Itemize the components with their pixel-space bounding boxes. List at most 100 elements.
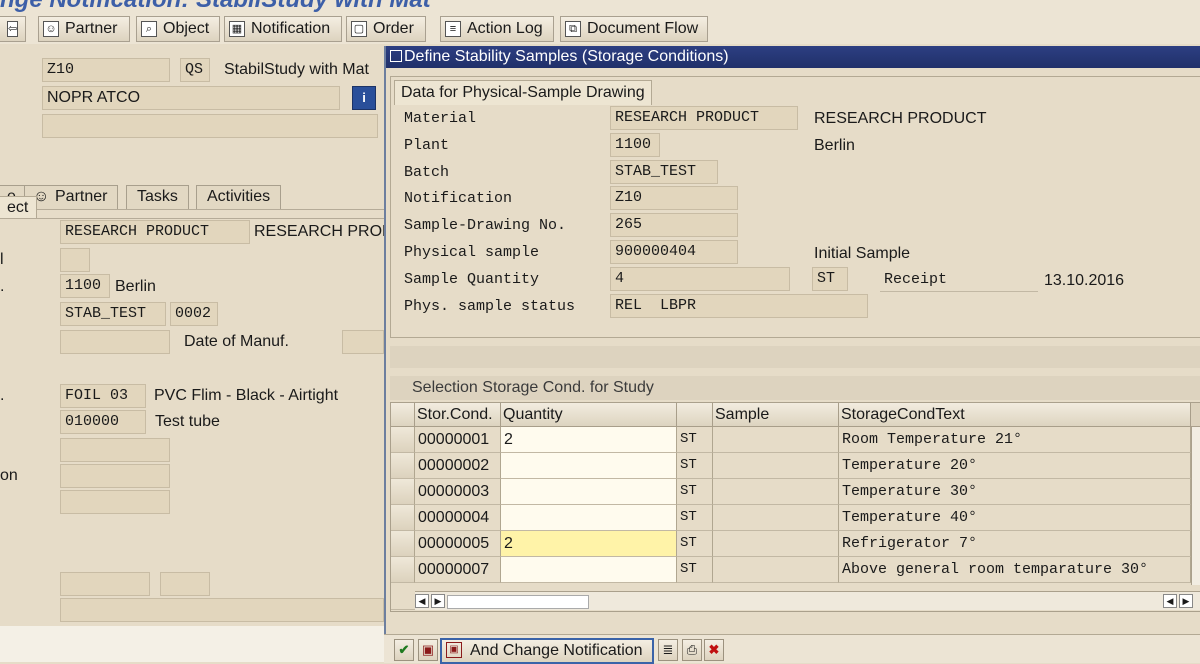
- empty-field-4[interactable]: [60, 490, 170, 514]
- sample-cell[interactable]: [713, 557, 839, 583]
- sample-cell[interactable]: [713, 531, 839, 557]
- column-header-unit[interactable]: [677, 403, 713, 427]
- scroll-page-left-icon[interactable]: ◀: [1163, 594, 1177, 608]
- empty-field[interactable]: [42, 114, 378, 138]
- quantity-cell[interactable]: 2: [501, 531, 677, 557]
- unit-field[interactable]: ST: [812, 267, 848, 291]
- quantity-cell[interactable]: [501, 453, 677, 479]
- save-icon[interactable]: ▣: [418, 639, 438, 661]
- packaging-field[interactable]: FOIL 03: [60, 384, 146, 408]
- quantity-cell[interactable]: [501, 557, 677, 583]
- info-icon[interactable]: i: [352, 86, 376, 110]
- document-flow-button[interactable]: ⧉ Document Flow: [560, 16, 708, 42]
- column-header-storage-text[interactable]: StorageCondText: [839, 403, 1191, 427]
- stor-cond-cell: 00000002: [415, 453, 501, 479]
- horizontal-scrollbar[interactable]: ◀ ▶ ◀ ▶: [415, 591, 1200, 610]
- receipt-date: 13.10.2016: [1044, 272, 1125, 289]
- physical-sample-field[interactable]: 900000404: [610, 240, 738, 264]
- cancel-icon[interactable]: ✖: [704, 639, 724, 661]
- quantity-cell[interactable]: [501, 505, 677, 531]
- scroll-right-small-icon[interactable]: ▶: [431, 594, 445, 608]
- row-label-on: on: [0, 467, 18, 484]
- empty-field-2[interactable]: [60, 438, 170, 462]
- container-field[interactable]: 010000: [60, 410, 146, 434]
- tab-activities[interactable]: Activities: [196, 185, 282, 209]
- vertical-scrollbar[interactable]: [1191, 427, 1200, 585]
- notification-icon: ▦: [229, 21, 245, 37]
- reporter-field[interactable]: NOPR ATCO: [42, 86, 340, 110]
- batch-field[interactable]: STAB_TEST: [610, 160, 718, 184]
- sample-quantity-label: Sample Quantity: [404, 271, 540, 288]
- row-selector[interactable]: [391, 453, 415, 479]
- date-field[interactable]: [60, 330, 170, 354]
- sample-cell[interactable]: [713, 479, 839, 505]
- dialog-title: Define Stability Samples (Storage Condit…: [404, 48, 729, 65]
- column-header-sample[interactable]: Sample: [713, 403, 839, 427]
- partner-icon: ☺: [43, 21, 59, 37]
- row-selector[interactable]: [391, 427, 415, 453]
- row-selector[interactable]: [391, 479, 415, 505]
- scroll-page-right-icon[interactable]: ▶: [1179, 594, 1193, 608]
- column-header-quantity[interactable]: Quantity: [501, 403, 677, 427]
- row-selector[interactable]: [391, 531, 415, 557]
- unit-cell: ST: [677, 427, 713, 453]
- sample-quantity-field[interactable]: 4: [610, 267, 790, 291]
- notif-description: StabilStudy with Mat: [224, 61, 369, 78]
- and-change-notification-button[interactable]: ▣ And Change Notification: [440, 638, 654, 664]
- empty-field-7[interactable]: [60, 598, 384, 622]
- material-text: RESEARCH PRODU: [254, 223, 406, 240]
- quantity-cell[interactable]: 2: [501, 427, 677, 453]
- column-settings-icon[interactable]: [1191, 403, 1200, 427]
- plant-field[interactable]: 1100: [610, 133, 660, 157]
- back-nav-icon[interactable]: ⇦: [0, 16, 26, 42]
- small-field[interactable]: [60, 248, 90, 272]
- select-all-cell[interactable]: [391, 403, 415, 427]
- priority-field[interactable]: QS: [180, 58, 210, 82]
- batch-field[interactable]: STAB_TEST: [60, 302, 166, 326]
- unit-cell: ST: [677, 557, 713, 583]
- sample-cell[interactable]: [713, 427, 839, 453]
- unit-cell: ST: [677, 479, 713, 505]
- material-field[interactable]: RESEARCH PRODUCT: [610, 106, 798, 130]
- sample-drawing-field[interactable]: 265: [610, 213, 738, 237]
- order-button[interactable]: ▢ Order: [346, 16, 426, 42]
- notification-button[interactable]: ▦ Notification: [224, 16, 342, 42]
- sample-cell[interactable]: [713, 453, 839, 479]
- action-log-button[interactable]: ≡ Action Log: [440, 16, 554, 42]
- sample-cell[interactable]: [713, 505, 839, 531]
- order-icon: ▢: [351, 21, 367, 37]
- confirm-icon[interactable]: ✔: [394, 639, 414, 661]
- partner-button[interactable]: ☺ Partner: [38, 16, 130, 42]
- receipt-underline: [880, 291, 1038, 292]
- scroll-left-icon[interactable]: ◀: [415, 594, 429, 608]
- storage-conditions-table: Stor.Cond. Quantity Sample StorageCondTe…: [390, 402, 1200, 612]
- physical-sample-label: Physical sample: [404, 244, 540, 261]
- batch-number-field[interactable]: 0002: [170, 302, 218, 326]
- empty-field-6[interactable]: [160, 572, 210, 596]
- plant-label: .: [0, 278, 5, 295]
- date-manuf-field[interactable]: [342, 330, 384, 354]
- phys-status-field[interactable]: REL LBPR: [610, 294, 868, 318]
- tab-tasks[interactable]: Tasks: [126, 185, 189, 209]
- tab-partner[interactable]: ☺ Partner: [24, 185, 119, 209]
- row-selector[interactable]: [391, 505, 415, 531]
- dialog-window-icon: [390, 50, 402, 62]
- row-selector[interactable]: [391, 557, 415, 583]
- plant-label: Plant: [404, 137, 450, 154]
- object-button[interactable]: ⌕ Object: [136, 16, 220, 42]
- plant-text: Berlin: [115, 278, 156, 295]
- stor-cond-cell: 00000001: [415, 427, 501, 453]
- details-icon[interactable]: ≣: [658, 639, 678, 661]
- plant-field[interactable]: 1100: [60, 274, 110, 298]
- quantity-cell[interactable]: [501, 479, 677, 505]
- material-field[interactable]: RESEARCH PRODUCT: [60, 220, 250, 244]
- row-label-1: l: [0, 251, 4, 268]
- notification-field[interactable]: Z10: [610, 186, 738, 210]
- stability-samples-dialog: Define Stability Samples (Storage Condit…: [384, 46, 1200, 662]
- print-icon[interactable]: ⎙: [682, 639, 702, 661]
- empty-field-3[interactable]: [60, 464, 170, 488]
- column-header-stor-cond[interactable]: Stor.Cond.: [415, 403, 501, 427]
- empty-field-5[interactable]: [60, 572, 150, 596]
- notif-type-field[interactable]: Z10: [42, 58, 170, 82]
- scroll-thumb[interactable]: [447, 595, 589, 609]
